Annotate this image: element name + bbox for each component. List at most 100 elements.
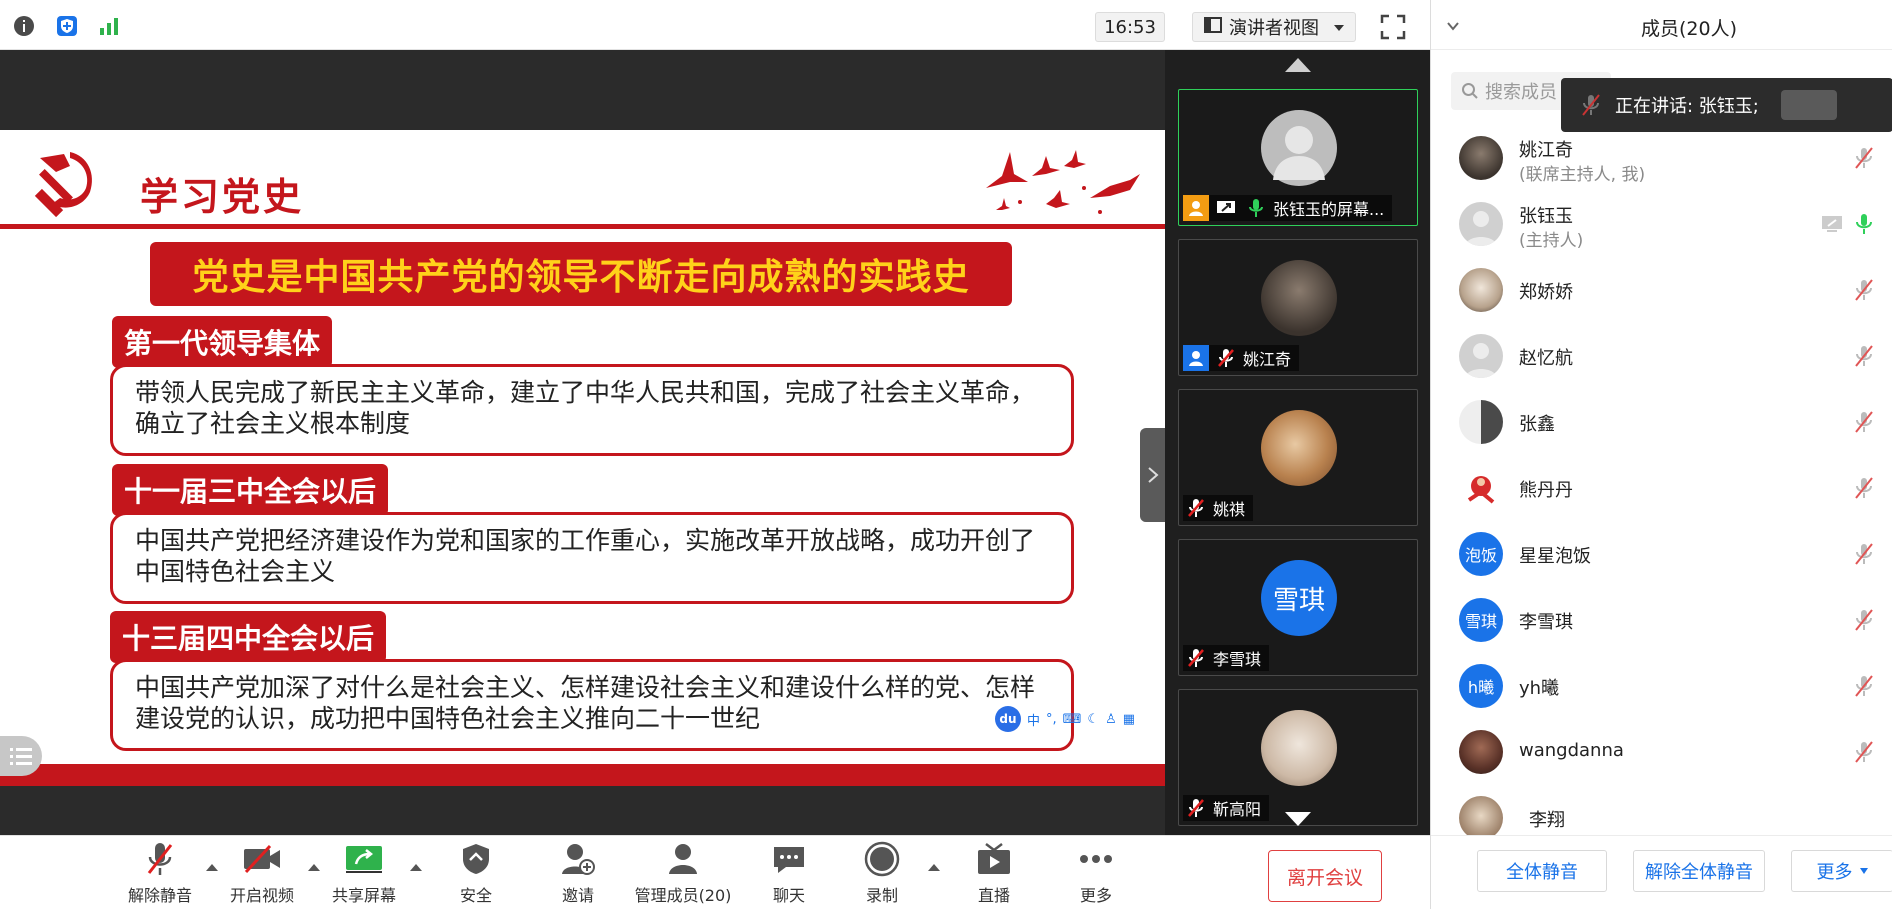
member-row[interactable]: 雪琪 李雪琪	[1431, 590, 1892, 650]
caret-up-icon[interactable]	[307, 862, 321, 872]
security-button[interactable]: 安全	[436, 836, 516, 909]
video-tile-member[interactable]: 姚祺	[1178, 389, 1418, 526]
chevron-down-icon[interactable]	[1445, 18, 1461, 34]
manage-members-button[interactable]: 管理成员(20)	[633, 836, 733, 909]
share-screen-button[interactable]: 共享屏幕	[324, 836, 404, 909]
tile-name: 姚江奇	[1243, 350, 1292, 369]
tile-name: 李雪琪	[1213, 650, 1262, 669]
cohost-icon	[1183, 345, 1209, 371]
doves-decoration	[980, 146, 1150, 222]
mic-muted-icon[interactable]	[1853, 542, 1875, 566]
ime-grid-icon: ▦	[1122, 711, 1136, 727]
invite-label: 邀请	[561, 886, 594, 905]
record-button[interactable]: 录制	[842, 836, 922, 909]
unmute-all-button[interactable]: 解除全体静音	[1633, 850, 1765, 892]
start-video-label: 开启视频	[229, 886, 294, 905]
mic-muted-icon[interactable]	[1853, 740, 1875, 764]
video-tile-screen-share[interactable]: 张钰玉的屏幕...	[1178, 89, 1418, 226]
slide-title: 学习党史	[140, 175, 305, 219]
member-role: (联席主持人, 我)	[1519, 165, 1646, 185]
member-row[interactable]: 泡饭 星星泡饭	[1431, 524, 1892, 584]
avatar	[1261, 110, 1337, 186]
member-row[interactable]: 李翔	[1431, 788, 1892, 835]
mic-muted-icon	[1213, 345, 1239, 371]
member-name: 郑娇娇	[1519, 282, 1573, 303]
member-row[interactable]: 张钰玉 (主持人)	[1431, 194, 1892, 254]
unmute-button[interactable]: 解除静音	[120, 836, 200, 909]
fullscreen-icon[interactable]	[1378, 12, 1408, 42]
strip-scroll-up-icon[interactable]	[1283, 56, 1313, 78]
member-name: 张鑫	[1519, 414, 1555, 435]
avatar	[1459, 730, 1503, 774]
strip-scroll-down-icon[interactable]	[1283, 810, 1313, 832]
section-text-1: 带领人民完成了新民主主义革命，建立了中华人民共和国，完成了社会主义革命，确立了社…	[110, 364, 1074, 456]
mic-muted-icon[interactable]	[1853, 410, 1875, 434]
mic-muted-icon[interactable]	[1853, 608, 1875, 632]
member-name: wangdanna	[1519, 740, 1624, 761]
mic-muted-icon[interactable]	[1853, 674, 1875, 698]
slide-banner: 党史是中国共产党的领导不断走向成熟的实践史	[150, 242, 1012, 306]
chat-button[interactable]: 聊天	[749, 836, 829, 909]
live-stream-button[interactable]: 直播	[954, 836, 1034, 909]
mic-on-icon[interactable]	[1853, 212, 1875, 236]
start-video-button[interactable]: 开启视频	[222, 836, 302, 909]
panel-more-label: 更多	[1816, 862, 1853, 883]
avatar	[1261, 260, 1337, 336]
slide-bottom-band	[0, 764, 1165, 786]
leave-meeting-button[interactable]: 离开会议	[1268, 850, 1382, 902]
panel-more-button[interactable]: 更多	[1791, 850, 1892, 892]
live-tv-icon	[974, 840, 1014, 878]
shield-icon[interactable]	[53, 12, 81, 40]
member-row[interactable]: 熊丹丹	[1431, 458, 1892, 518]
member-row[interactable]: h曦 yh曦	[1431, 656, 1892, 716]
avatar: 雪琪	[1261, 560, 1337, 636]
top-bar: 16:53 演讲者视图	[0, 0, 1430, 50]
mic-muted-icon[interactable]	[1853, 344, 1875, 368]
more-button[interactable]: 更多	[1056, 836, 1136, 909]
view-mode-dropdown[interactable]: 演讲者视图	[1192, 12, 1356, 42]
video-tile-member[interactable]: 雪琪 李雪琪	[1178, 539, 1418, 676]
share-screen-icon	[344, 840, 384, 878]
section-text-3: 中国共产党加深了对什么是社会主义、怎样建设社会主义和建设什么样的党、怎样建设党的…	[110, 659, 1074, 751]
presentation-slide: 学习党史 党史是中国共产党的领导不断走向成熟的实践史 第一代领导集体 带领人民完…	[0, 130, 1165, 786]
tile-label: 张钰玉的屏幕...	[1183, 195, 1393, 221]
member-name: yh曦	[1519, 678, 1560, 699]
share-screen-label: 共享屏幕	[331, 886, 396, 905]
add-user-icon	[558, 840, 598, 878]
avatar	[1459, 136, 1503, 180]
section-tag-3: 十三届四中全会以后	[110, 611, 387, 663]
unmute-label: 解除静音	[127, 886, 192, 905]
caret-up-icon[interactable]	[927, 862, 941, 872]
member-row[interactable]: 张鑫	[1431, 392, 1892, 452]
chevron-down-icon	[1333, 17, 1345, 38]
info-icon[interactable]	[10, 12, 38, 40]
tile-label: 李雪琪	[1183, 645, 1270, 671]
mic-muted-icon[interactable]	[1853, 278, 1875, 302]
ime-toolbar[interactable]: du 中 °, ⌨ ☾ ♙ ▦	[995, 705, 1145, 733]
mic-muted-icon	[1183, 495, 1209, 521]
caret-up-icon[interactable]	[205, 862, 219, 872]
mute-all-button[interactable]: 全体静音	[1477, 850, 1607, 892]
signal-icon[interactable]	[95, 12, 123, 40]
presenter-view-icon	[1203, 15, 1223, 40]
mic-muted-icon[interactable]	[1853, 146, 1875, 170]
mic-on-icon	[1243, 195, 1269, 221]
mic-muted-icon[interactable]	[1853, 476, 1875, 500]
tile-name: 张钰玉的屏幕...	[1273, 200, 1385, 219]
live-stream-label: 直播	[977, 886, 1010, 905]
slide-list-toggle[interactable]	[0, 736, 42, 776]
member-row[interactable]: wangdanna	[1431, 722, 1892, 782]
member-row[interactable]: 郑娇娇	[1431, 260, 1892, 320]
caret-down-icon	[1859, 868, 1868, 874]
tile-label: 靳高阳	[1183, 795, 1270, 821]
member-row[interactable]: 姚江奇 (联席主持人, 我)	[1431, 128, 1892, 188]
member-row[interactable]: 赵忆航	[1431, 326, 1892, 386]
video-tile-member[interactable]: 姚江奇	[1178, 239, 1418, 376]
invite-button[interactable]: 邀请	[538, 836, 618, 909]
expand-strip-handle[interactable]	[1140, 428, 1165, 522]
shield-icon	[456, 840, 496, 878]
video-tile-member[interactable]: 靳高阳	[1178, 689, 1418, 826]
member-name: 李翔	[1529, 810, 1565, 831]
caret-up-icon[interactable]	[409, 862, 423, 872]
camera-off-icon	[242, 840, 282, 878]
